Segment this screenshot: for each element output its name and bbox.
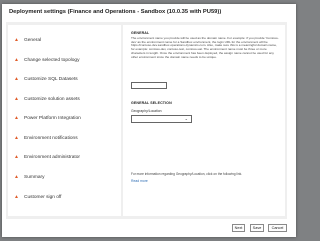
sidebar-item-label: Customize SQL Datasets: [24, 76, 78, 82]
geography-info-text: For more information regarding Geography…: [131, 172, 243, 176]
warning-icon: ▲: [14, 95, 19, 102]
sidebar-item-sql-datasets[interactable]: ▲ Customize SQL Datasets: [8, 69, 121, 89]
sidebar-item-label: Customize solution assets: [24, 96, 80, 102]
warning-icon: ▲: [14, 114, 19, 121]
sidebar-item-power-platform[interactable]: ▲ Power Platform Integration: [8, 108, 121, 128]
warning-icon: ▲: [14, 75, 19, 82]
sidebar-item-label: Environment administrator: [24, 154, 80, 160]
warning-icon: ▲: [14, 36, 19, 43]
sidebar-item-summary[interactable]: ▲ Summary: [8, 167, 121, 187]
sidebar-item-label: Customer sign off: [24, 194, 62, 200]
warning-icon: ▲: [14, 153, 19, 160]
cancel-button[interactable]: Cancel: [268, 224, 287, 232]
sidebar-item-customer-sign-off[interactable]: ▲ Customer sign off: [8, 187, 121, 207]
dialog-title: Deployment settings (Finance and Operati…: [9, 9, 222, 15]
sidebar-item-label: Power Platform Integration: [24, 115, 81, 121]
warning-icon: ▲: [14, 173, 19, 180]
sidebar-item-solution-assets[interactable]: ▲ Customize solution assets: [8, 89, 121, 109]
warning-icon: ▲: [14, 134, 19, 141]
read-more-link[interactable]: Read more: [131, 179, 148, 183]
sidebar-item-label: General: [24, 37, 42, 43]
sidebar-item-administrator[interactable]: ▲ Environment administrator: [8, 147, 121, 167]
save-button[interactable]: Save: [250, 224, 264, 232]
environment-name-input[interactable]: [131, 82, 167, 89]
next-button[interactable]: Next: [232, 224, 245, 232]
general-heading: GENERAL: [131, 31, 150, 35]
general-selection-heading: GENERAL SELECTION: [131, 101, 172, 105]
warning-icon: ▲: [14, 193, 19, 200]
warning-icon: ▲: [14, 56, 19, 63]
settings-sidebar: ▲ General ▲ Change selected topology ▲ C…: [8, 25, 121, 216]
chevron-down-icon: ⌄: [184, 116, 188, 121]
sidebar-item-label: Summary: [24, 174, 45, 180]
environment-name-description: The environment name you provide will be…: [131, 36, 279, 59]
sidebar-item-label: Environment notifications: [24, 135, 78, 141]
settings-content: GENERAL The environment name you provide…: [123, 25, 285, 216]
sidebar-item-general[interactable]: ▲ General: [8, 30, 121, 50]
geography-label: Geography/Location: [131, 109, 162, 113]
sidebar-item-change-topology[interactable]: ▲ Change selected topology: [8, 50, 121, 70]
sidebar-item-notifications[interactable]: ▲ Environment notifications: [8, 128, 121, 148]
sidebar-item-label: Change selected topology: [24, 57, 80, 63]
geography-select[interactable]: ⌄: [131, 115, 192, 123]
